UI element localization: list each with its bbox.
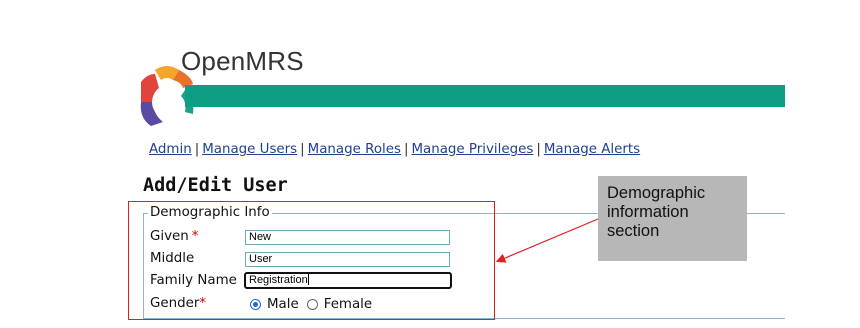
nav-separator: | (403, 142, 409, 157)
nav-link-manage-alerts[interactable]: Manage Alerts (544, 142, 640, 157)
openmrs-header: OpenMRS (133, 46, 793, 126)
annotation-callout: Demographic information section (598, 176, 747, 261)
admin-nav: Admin | Manage Users | Manage Roles | Manage P… (149, 142, 640, 157)
page-title: Add/Edit User (143, 175, 288, 196)
nav-link-manage-roles[interactable]: Manage Roles (308, 142, 401, 157)
brand-name: OpenMRS (181, 46, 304, 76)
nav-separator: | (536, 142, 541, 157)
nav-link-manage-users[interactable]: Manage Users (202, 142, 297, 157)
annotation-highlight-box (128, 201, 495, 320)
nav-link-manage-privileges[interactable]: Manage Privileges (411, 142, 533, 157)
nav-separator: | (194, 142, 200, 157)
nav-separator: | (300, 142, 305, 157)
nav-link-admin[interactable]: Admin (149, 142, 192, 157)
brand-bar (185, 85, 785, 107)
